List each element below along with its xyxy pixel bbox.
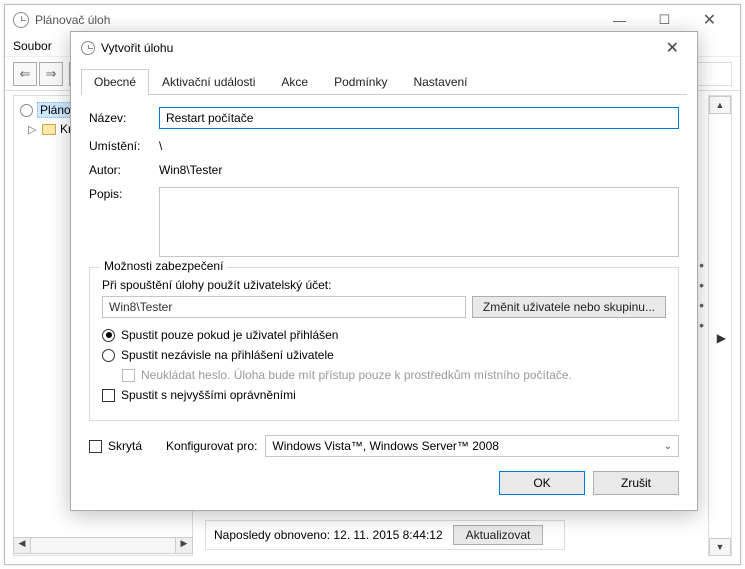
ok-button[interactable]: OK bbox=[499, 471, 585, 495]
dialog-buttons: OK Zrušit bbox=[71, 471, 679, 495]
scroll-down-button[interactable]: ▼ bbox=[709, 538, 731, 556]
tree-expander-icon[interactable]: ▷ bbox=[28, 123, 38, 136]
radio-icon bbox=[102, 349, 115, 362]
radio-icon bbox=[102, 329, 115, 342]
configure-for-label: Konfigurovat pro: bbox=[166, 439, 257, 453]
dialog-close-button[interactable]: ✕ bbox=[658, 34, 687, 62]
security-group-label: Možnosti zabezpečení bbox=[100, 259, 227, 273]
actions-bullets: •••• bbox=[699, 255, 704, 335]
configure-for-combo[interactable]: Windows Vista™, Windows Server™ 2008 ⌄ bbox=[265, 435, 679, 457]
folder-icon bbox=[42, 124, 56, 135]
radio-run-loggedon[interactable]: Spustit pouze pokud je uživatel přihláše… bbox=[102, 328, 666, 342]
hscroll-right-button[interactable]: ▶ bbox=[175, 538, 192, 553]
description-label: Popis: bbox=[89, 187, 159, 201]
no-store-password-label: Neukládat heslo. Úloha bude mít přístup … bbox=[141, 368, 572, 382]
clock-icon bbox=[20, 104, 33, 117]
main-title: Plánovač úloh bbox=[35, 13, 110, 27]
nav-back-button[interactable]: ⇐ bbox=[13, 62, 37, 86]
no-store-password-checkbox bbox=[122, 369, 135, 382]
scroll-up-button[interactable]: ▲ bbox=[709, 96, 731, 114]
footer-row: Skrytá Konfigurovat pro: Windows Vista™,… bbox=[89, 435, 679, 457]
tab-general[interactable]: Obecné bbox=[81, 69, 149, 95]
status-bar: Naposledy obnoveno: 12. 11. 2015 8:44:12… bbox=[205, 520, 565, 550]
cancel-button[interactable]: Zrušit bbox=[593, 471, 679, 495]
refresh-button[interactable]: Aktualizovat bbox=[453, 525, 544, 545]
app-icon bbox=[13, 12, 29, 28]
change-user-button[interactable]: Změnit uživatele nebo skupinu... bbox=[472, 296, 666, 318]
author-label: Autor: bbox=[89, 163, 159, 177]
hidden-checkbox[interactable] bbox=[89, 440, 102, 453]
nav-forward-button[interactable]: ⇒ bbox=[39, 62, 63, 86]
vertical-scrollbar[interactable]: ▲ ▼ bbox=[708, 95, 732, 556]
tab-triggers[interactable]: Aktivační události bbox=[149, 69, 268, 95]
tab-strip: Obecné Aktivační události Akce Podmínky … bbox=[81, 68, 687, 95]
highest-privileges-checkbox[interactable] bbox=[102, 389, 115, 402]
configure-for-value: Windows Vista™, Windows Server™ 2008 bbox=[272, 439, 499, 453]
user-account-field: Win8\Tester bbox=[102, 296, 466, 318]
radio-run-any[interactable]: Spustit nezávisle na přihlášení uživatel… bbox=[102, 348, 666, 362]
status-text: Naposledy obnoveno: 12. 11. 2015 8:44:12 bbox=[214, 528, 443, 542]
description-input[interactable] bbox=[159, 187, 679, 257]
name-label: Název: bbox=[89, 111, 159, 125]
dialog-titlebar[interactable]: Vytvořit úlohu ✕ bbox=[71, 32, 697, 64]
name-input[interactable] bbox=[159, 107, 679, 129]
hidden-label: Skrytá bbox=[108, 439, 142, 453]
tab-settings[interactable]: Nastavení bbox=[400, 69, 480, 95]
location-value: \ bbox=[159, 139, 679, 153]
scroll-track[interactable] bbox=[709, 114, 731, 538]
dialog-title: Vytvořit úlohu bbox=[101, 41, 173, 55]
radio-any-label: Spustit nezávisle na přihlášení uživatel… bbox=[121, 348, 334, 362]
create-task-dialog: Vytvořit úlohu ✕ Obecné Aktivační událos… bbox=[70, 31, 698, 511]
radio-loggedon-label: Spustit pouze pokud je uživatel přihláše… bbox=[121, 328, 338, 342]
run-as-label: Při spouštění úlohy použít uživatelský ú… bbox=[102, 278, 666, 292]
highest-privileges-label: Spustit s nejvyššími oprávněními bbox=[121, 388, 296, 402]
horizontal-scrollbar[interactable]: ◀ ▶ bbox=[13, 537, 193, 554]
actions-expand-icon[interactable]: ▶ bbox=[717, 331, 726, 345]
dialog-icon bbox=[81, 41, 95, 55]
security-group: Možnosti zabezpečení Při spouštění úlohy… bbox=[89, 267, 679, 421]
hscroll-left-button[interactable]: ◀ bbox=[14, 538, 31, 553]
tab-actions[interactable]: Akce bbox=[268, 69, 321, 95]
general-page: Název: Umístění: \ Autor: Win8\Tester Po… bbox=[89, 107, 679, 257]
menu-file[interactable]: Soubor bbox=[13, 39, 52, 53]
chevron-down-icon: ⌄ bbox=[664, 441, 672, 452]
location-label: Umístění: bbox=[89, 139, 159, 153]
author-value: Win8\Tester bbox=[159, 163, 679, 177]
tab-conditions[interactable]: Podmínky bbox=[321, 69, 400, 95]
